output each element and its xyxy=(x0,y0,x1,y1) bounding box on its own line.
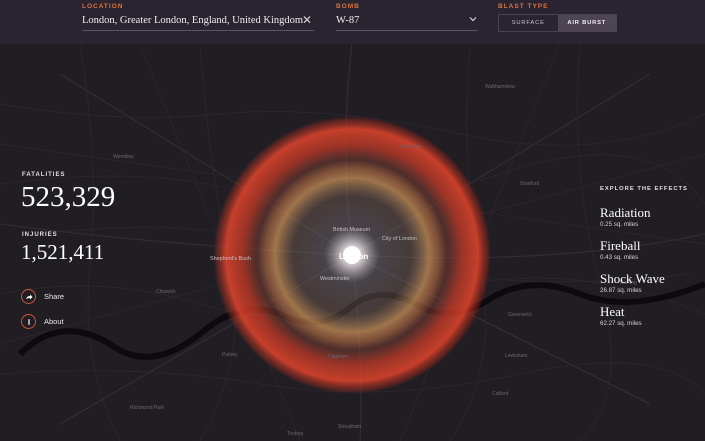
effect-name: Shock Wave xyxy=(600,271,665,286)
effect-shock-wave[interactable]: Shock Wave 26.87 sq. miles xyxy=(600,271,665,295)
effect-name: Radiation xyxy=(600,205,651,220)
blast-air-burst-option[interactable]: AIR BURST xyxy=(557,15,616,31)
clear-location-icon[interactable]: ✕ xyxy=(301,13,313,27)
map-label: Catford xyxy=(492,391,509,397)
map-label: Walthamstow xyxy=(485,84,515,90)
effect-area: 62.27 sq. miles xyxy=(600,320,642,327)
info-icon xyxy=(21,314,36,329)
location-label: LOCATION xyxy=(82,3,124,10)
city-label: London xyxy=(339,252,369,261)
location-input[interactable]: London, Greater London, England, United … xyxy=(82,12,314,31)
blast-surface-option[interactable]: SURFACE xyxy=(499,15,558,31)
map-label: Tooting xyxy=(287,431,304,437)
effect-radiation[interactable]: Radiation 0.25 sq. miles xyxy=(600,205,651,229)
bomb-label: BOMB xyxy=(336,3,360,10)
map-label: Westminster xyxy=(320,276,350,282)
injuries-label: INJURIES xyxy=(22,232,58,238)
effect-heat[interactable]: Heat 62.27 sq. miles xyxy=(600,304,642,328)
map-label: Putney xyxy=(222,352,238,358)
map-label: British Museum xyxy=(333,227,371,233)
share-icon xyxy=(21,289,36,304)
about-label: About xyxy=(44,317,64,326)
effect-fireball[interactable]: Fireball 0.43 sq. miles xyxy=(600,238,641,262)
map-label: Greenwich xyxy=(508,312,532,318)
map-label: Streatham xyxy=(338,424,362,430)
about-button[interactable]: About xyxy=(21,314,64,329)
map-label: Shepherd's Bush xyxy=(210,256,251,262)
map-label: Wembley xyxy=(113,154,134,160)
share-button[interactable]: Share xyxy=(21,289,64,304)
blast-type-toggle: SURFACE AIR BURST xyxy=(498,14,617,32)
effect-area: 0.43 sq. miles xyxy=(600,254,639,261)
injuries-value: 1,521,411 xyxy=(21,240,105,264)
fatalities-label: FATALITIES xyxy=(22,172,66,178)
bomb-select[interactable]: W-87 xyxy=(336,12,478,31)
effects-title: EXPLORE THE EFFECTS xyxy=(600,186,688,192)
effect-area: 0.25 sq. miles xyxy=(600,221,639,228)
map-label: Stratford xyxy=(520,181,540,187)
share-label: Share xyxy=(44,292,65,301)
map-label: Lewisham xyxy=(505,353,528,359)
fatalities-value: 523,329 xyxy=(21,181,116,213)
blast-type-label: BLAST TYPE xyxy=(498,3,549,10)
effect-area: 26.87 sq. miles xyxy=(600,287,642,294)
effect-name: Fireball xyxy=(600,238,641,253)
map-label: City of London xyxy=(382,236,417,242)
top-bar: LOCATION London, Greater London, England… xyxy=(0,0,705,44)
map-label: Tottenham xyxy=(398,144,422,150)
map-label: Chiswick xyxy=(156,289,176,295)
effect-name: Heat xyxy=(600,304,625,319)
map-label: Richmond Park xyxy=(130,405,165,411)
map-label: Clapham xyxy=(328,354,349,360)
chevron-down-icon[interactable] xyxy=(468,14,478,24)
